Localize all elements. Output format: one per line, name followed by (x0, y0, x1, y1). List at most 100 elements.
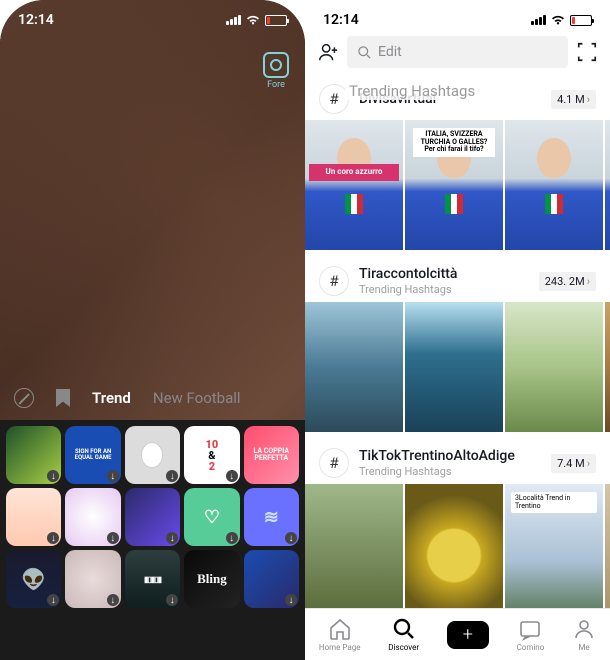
tab-discover[interactable]: Discover (388, 617, 419, 652)
hashtag-header[interactable]: # Tiraccontolcittà Trending Hashtags 243… (305, 260, 610, 302)
effect-blue-sparkle[interactable]: ↓ (244, 550, 299, 608)
video-thumbnail[interactable] (605, 120, 610, 250)
hashtag-count: 243. 2M› (539, 272, 596, 291)
tab-create[interactable]: + (447, 621, 489, 649)
effect-coppia-perfetta[interactable]: LA COPPIA PERFETTA (244, 426, 299, 484)
download-icon: ↓ (285, 532, 297, 544)
effect-faded-face[interactable]: ↓ (65, 550, 120, 608)
thumbnail-row[interactable]: 3Località Trend in Trentino (305, 484, 610, 608)
tab-label: Home Page (319, 643, 361, 652)
hashtag-subtitle: Trending Hashtags (359, 465, 541, 478)
video-thumbnail[interactable] (405, 302, 503, 432)
hashtag-subtitle: Trending Hashtags (359, 283, 529, 296)
effect-glitter-face[interactable]: ↓ (65, 488, 120, 546)
status-time: 12:14 (323, 12, 359, 28)
chevron-right-icon: › (587, 93, 590, 106)
camera-screen: 12:14 Fore Trend New Football ↓ SIGN FOR… (0, 0, 305, 660)
tab-trend[interactable]: Trend (92, 389, 131, 407)
effect-piano-keys[interactable]: ▮▯▮▯▮↓ (125, 550, 180, 608)
tab-inbox[interactable]: Comino (517, 617, 545, 652)
chevron-right-icon: › (587, 457, 590, 470)
search-icon (357, 45, 372, 60)
status-time: 12:14 (18, 12, 54, 28)
signal-icon (531, 15, 546, 25)
video-thumbnail[interactable] (505, 302, 603, 432)
effect-bling[interactable]: Bling (184, 550, 239, 608)
camera-flip-icon (263, 52, 289, 78)
profile-icon (572, 617, 596, 641)
effect-peach-face[interactable]: ↓ (6, 488, 61, 546)
effect-alien-dark[interactable]: 👽↓ (6, 550, 61, 608)
status-bar-right: 12:14 (305, 0, 610, 34)
download-icon: ↓ (47, 470, 59, 482)
hashtag-count: 7.4 M› (551, 454, 596, 473)
search-icon (392, 617, 416, 641)
download-icon: ↓ (107, 470, 119, 482)
tab-home[interactable]: Home Page (319, 617, 361, 652)
effect-galaxy-twin[interactable]: ↓ (125, 488, 180, 546)
effect-football-pitch[interactable]: ↓ (6, 426, 61, 484)
effect-ten-and-two[interactable]: 10&2↓ (184, 426, 239, 484)
battery-icon (570, 15, 592, 26)
hashtag-section-divisavirtual: # Divisavirtual 4.1 M› Trending Hashtags… (305, 76, 610, 258)
status-bar-left: 12:14 (0, 0, 305, 34)
download-icon: ↓ (166, 594, 178, 606)
download-icon: ↓ (107, 532, 119, 544)
video-thumbnail[interactable] (305, 302, 403, 432)
discover-content[interactable]: # Divisavirtual 4.1 M› Trending Hashtags… (305, 76, 610, 608)
tab-label: Discover (388, 643, 419, 652)
hashtag-section-tiraccontolacitta: # Tiraccontolcittà Trending Hashtags 243… (305, 258, 610, 440)
download-icon: ↓ (166, 532, 178, 544)
tab-label: Me (578, 643, 589, 652)
tab-new[interactable]: New Football (153, 389, 241, 407)
plus-icon: + (463, 624, 473, 645)
search-row: Edit (305, 34, 610, 76)
add-friend-button[interactable] (317, 41, 339, 63)
download-icon: ↓ (166, 470, 178, 482)
saved-effects-tab[interactable] (56, 389, 70, 407)
search-input[interactable]: Edit (347, 36, 568, 68)
video-thumbnail[interactable]: Roma 32 video (605, 302, 610, 432)
signal-icon (226, 15, 241, 25)
trending-overlay-label: Trending Hashtags (345, 82, 479, 100)
tab-me[interactable]: Me (572, 617, 596, 652)
download-icon: ↓ (226, 532, 238, 544)
search-placeholder: Edit (378, 44, 402, 60)
hashtag-title: TikTokTrentinoAltoAdige (359, 448, 541, 464)
video-thumbnail[interactable] (405, 484, 503, 608)
battery-icon (265, 15, 287, 26)
discover-screen: 12:14 Edit # Divisavi (305, 0, 610, 660)
video-thumbnail[interactable]: 3Località Trend in Trentino (505, 484, 603, 608)
effect-wavy-blue[interactable]: ≋↓ (244, 488, 299, 546)
video-thumbnail[interactable]: Un coro azzurro (305, 120, 403, 250)
video-thumbnail[interactable] (605, 484, 610, 608)
download-icon: ↓ (47, 594, 59, 606)
thumbnail-row[interactable]: Un coro azzurro ITALIA, SVIZZERA TURCHIA… (305, 120, 610, 258)
hashtag-header[interactable]: # Divisavirtual 4.1 M› Trending Hashtags (305, 78, 610, 120)
effect-mask-gray[interactable]: ↓ (125, 426, 180, 484)
inbox-icon (518, 617, 542, 641)
video-thumbnail[interactable]: ITALIA, SVIZZERA TURCHIA O GALLES? Per c… (405, 120, 503, 250)
scan-qr-button[interactable] (576, 41, 598, 63)
no-effect-button[interactable] (14, 388, 34, 408)
video-thumbnail[interactable] (305, 484, 403, 608)
create-button[interactable]: + (447, 621, 489, 649)
effects-grid[interactable]: ↓ SIGN FOR AN EQUAL GAME↓ ↓ 10&2↓ LA COP… (0, 420, 305, 660)
bottom-tab-bar: Home Page Discover + Comino Me (305, 608, 610, 660)
download-icon: ↓ (107, 594, 119, 606)
thumbnail-row[interactable]: Roma 32 video (305, 302, 610, 440)
switch-camera-label: Fore (263, 80, 289, 90)
video-thumbnail[interactable] (505, 120, 603, 250)
effects-tab-bar: Trend New Football (0, 378, 305, 418)
hashtag-count: 4.1 M› (551, 90, 596, 109)
switch-camera-button[interactable]: Fore (263, 52, 289, 90)
effect-green-heart[interactable]: ♡↓ (184, 488, 239, 546)
effect-sign-equal-game[interactable]: SIGN FOR AN EQUAL GAME↓ (65, 426, 120, 484)
tab-label: Comino (517, 643, 545, 652)
wifi-icon (550, 14, 566, 26)
hashtag-section-tiktoktrentino: # TikTokTrentinoAltoAdige Trending Hasht… (305, 440, 610, 608)
hashtag-header[interactable]: # TikTokTrentinoAltoAdige Trending Hasht… (305, 442, 610, 484)
wifi-icon (245, 14, 261, 26)
chevron-right-icon: › (587, 275, 590, 288)
hashtag-icon: # (319, 448, 349, 478)
